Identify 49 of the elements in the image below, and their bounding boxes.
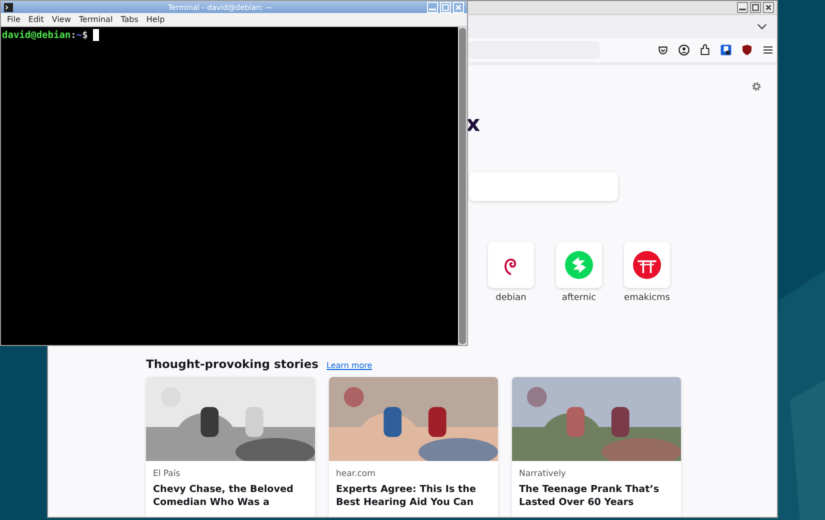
puzzle-icon[interactable] [699,44,711,56]
prompt-separator: : [70,30,76,40]
extension-icon[interactable] [720,44,732,56]
account-icon[interactable] [678,44,690,56]
menu-item[interactable]: Terminal [74,15,117,24]
shortcut-label: afternic [562,293,596,303]
chevron-down-icon[interactable] [757,23,767,30]
search-field[interactable] [469,172,618,201]
prompt-user: david@debian [2,30,71,40]
address-field[interactable] [468,41,600,59]
story-title: The Teenage Prank That’s Lasted Over 60 Years [519,483,660,509]
terminal-icon [4,2,13,12]
learn-more-link[interactable]: Learn more [326,361,372,370]
minimize-button[interactable] [737,2,748,13]
story-source: Narratively [519,469,567,479]
menu-item[interactable]: Help [142,15,169,24]
menu-item[interactable]: Tabs [116,15,142,24]
shortcut-tile[interactable] [624,242,670,288]
gate-icon [633,251,661,279]
story-title: Chevy Chase, the Beloved Comedian Who Was a [153,483,294,509]
story-source: hear.com [336,469,376,479]
shortcut-label: debian [496,293,526,303]
menu-item[interactable]: Edit [24,15,48,24]
menu-icon[interactable] [762,44,774,56]
maximize-icon [441,2,450,12]
arrows-circle-icon [565,251,593,279]
story-title: Experts Agree: This Is the Best Hearing Aid You Can [336,483,477,509]
cursor [92,29,99,41]
prompt-symbol: $ [82,30,88,40]
story-source: El País [153,469,182,479]
section-heading: Thought-provoking stories [146,357,319,371]
menu-item[interactable]: File [3,15,24,24]
story-card[interactable]: Narratively The Teenage Prank That’s Lasted Over 60 Years [512,377,681,517]
shortcut-tile[interactable] [556,242,602,288]
close-icon [764,3,773,12]
story-card[interactable]: hear.com Experts Agree: This Is the Best Hearing Aid You Can [329,377,498,517]
settings-icon[interactable] [751,81,762,92]
close-icon [454,2,463,12]
story-card[interactable]: El País Chevy Chase, the Beloved Comedian Who Was a [146,377,315,517]
shortcut-tile[interactable] [488,242,534,288]
maximize-button[interactable] [750,2,761,13]
menu-item[interactable]: View [48,15,75,24]
shortcut-label: emakicms [624,293,670,303]
prompt-path: ~ [76,30,82,40]
logo-wordmark: x [466,113,480,137]
shield-icon[interactable] [741,44,753,56]
close-button[interactable] [763,2,774,13]
pocket-icon[interactable] [657,44,669,56]
maximize-icon [751,3,760,12]
